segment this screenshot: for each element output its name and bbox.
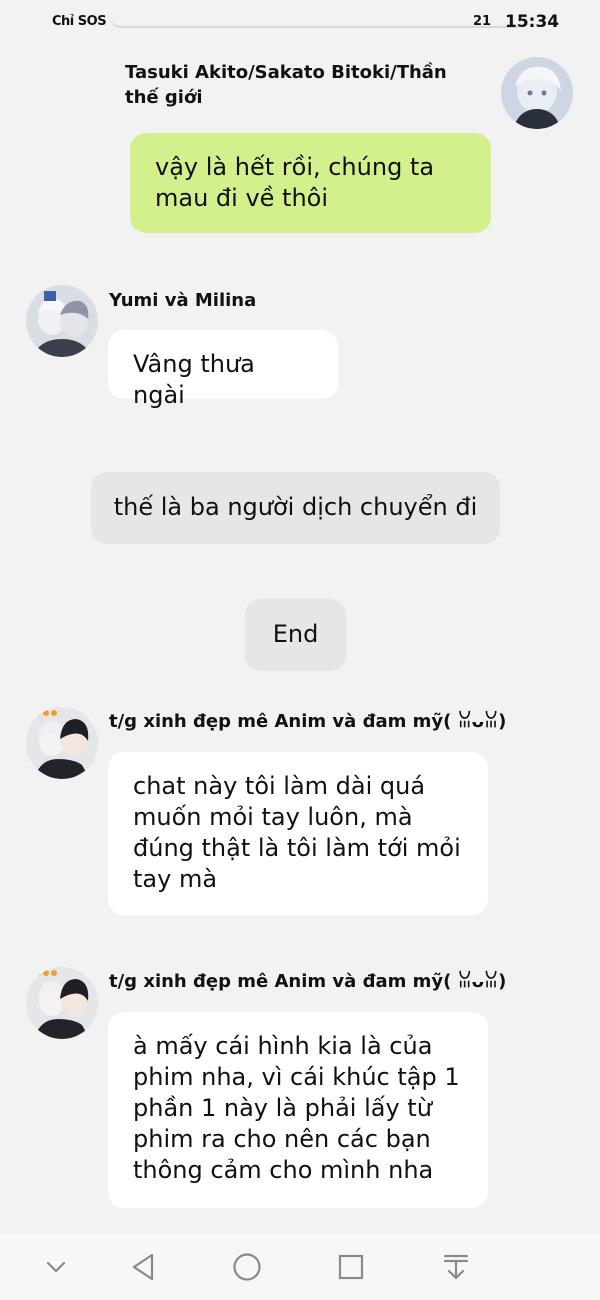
message-bubble-other[interactable]: chat này tôi làm dài quá muốn mỏi tay lu… <box>108 752 488 915</box>
dark-hair-duo-avatar-icon[interactable] <box>26 707 98 779</box>
chevron-down-icon[interactable] <box>36 1249 76 1285</box>
system-nav-bar <box>0 1233 600 1300</box>
recents-square-icon[interactable] <box>331 1249 371 1285</box>
sender-name: t/g xinh đẹp mê Anim và đam mỹ( ꈍᴗꈍ) <box>109 711 507 732</box>
sender-name: Yumi và Milina <box>109 290 257 311</box>
system-message-end: End <box>245 599 346 671</box>
twin-girls-avatar-icon[interactable] <box>26 285 98 357</box>
dark-hair-duo-avatar-icon[interactable] <box>26 967 98 1039</box>
sender-name: t/g xinh đẹp mê Anim và đam mỹ( ꈍᴗꈍ) <box>109 971 507 992</box>
message-bubble-other[interactable]: Vâng thưa ngài <box>108 330 338 409</box>
system-message: thế là ba người dịch chuyển đi <box>91 472 500 544</box>
message-bubble-other[interactable]: à mấy cái hình kia là của phim nha, vì c… <box>108 1012 488 1208</box>
status-notch <box>108 8 530 28</box>
notification-pull-icon[interactable] <box>436 1249 476 1285</box>
home-circle-icon[interactable] <box>227 1249 267 1285</box>
sender-name: Tasuki Akito/Sakato Bitoki/Thần thế giới <box>125 62 447 108</box>
back-triangle-icon[interactable] <box>123 1249 163 1285</box>
silver-hair-boy-avatar-icon[interactable] <box>501 57 573 129</box>
carrier-text: Chỉ SOS <box>52 14 107 29</box>
message-bubble-self[interactable]: vậy là hết rồi, chúng ta mau đi về thôi <box>130 133 491 233</box>
battery-level: 21 <box>473 14 492 29</box>
status-bar: Chỉ SOS 21 15:34 <box>0 0 600 46</box>
clock: 15:34 <box>505 12 560 32</box>
